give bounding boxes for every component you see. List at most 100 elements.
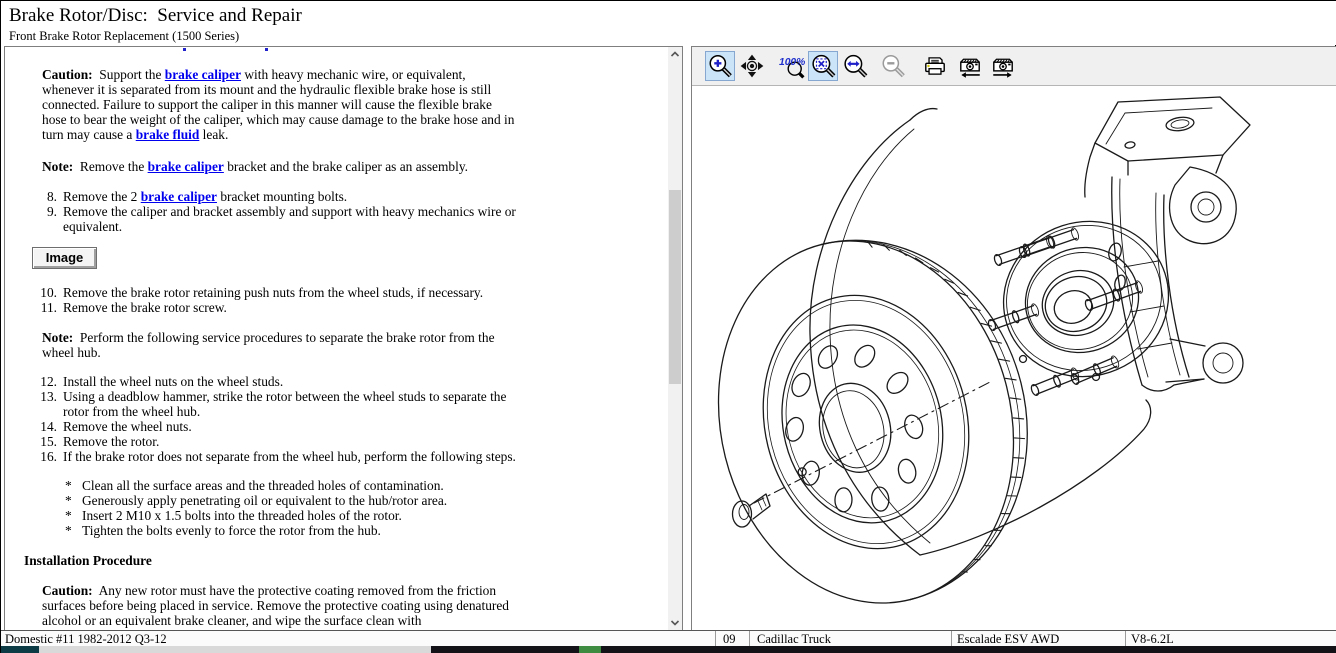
step-number: 11. [27, 300, 57, 315]
step-number: 14. [27, 419, 57, 434]
step-text: Using a deadblow hammer, strike the roto… [63, 389, 535, 419]
text-run: leak. [199, 127, 228, 142]
zoom-in-icon [707, 53, 733, 79]
step-text: Install the wheel nuts on the wheel stud… [63, 374, 535, 389]
step-text: Remove the brake rotor screw. [63, 300, 535, 315]
zoom-out-button[interactable] [878, 51, 908, 81]
text-run: If the brake rotor does not separate fro… [63, 449, 516, 464]
step-text: Remove the 2 brake caliper bracket mount… [63, 189, 535, 204]
text-run: bracket mounting bolts. [217, 189, 347, 204]
bullet-marker: * [65, 478, 72, 493]
step-text: Remove the wheel nuts. [63, 419, 535, 434]
text-run: Perform the following service procedures… [42, 330, 498, 360]
previous-image-icon [957, 53, 983, 79]
status-engine: V8-6.2L [1131, 632, 1174, 647]
step-number: 10. [27, 285, 57, 300]
print-icon [922, 53, 948, 79]
step-text: If the brake rotor does not separate fro… [63, 449, 535, 464]
bullet-marker: * [65, 493, 72, 508]
note-paragraph: Note: Perform the following service proc… [42, 330, 516, 360]
hub-assembly [983, 200, 1188, 398]
svg-text:100%: 100% [779, 57, 805, 68]
scroll-down-button[interactable] [668, 615, 682, 630]
bullet-marker: * [65, 523, 72, 538]
scrollbar-thumb[interactable] [669, 190, 681, 384]
image-viewer-pane: 100% [691, 46, 1336, 631]
pan-button[interactable] [737, 51, 767, 81]
status-divider [1125, 631, 1126, 647]
next-image-button[interactable] [988, 51, 1018, 81]
pane-splitter[interactable] [684, 46, 691, 631]
status-dataset: Domestic #11 1982-2012 Q3-12 [5, 632, 167, 647]
text-run: Remove the rotor. [63, 434, 159, 449]
text-run: Remove the [73, 159, 147, 174]
zoom-fit-width-button[interactable] [840, 51, 870, 81]
status-bar: Domestic #11 1982-2012 Q3-12 09 Cadillac… [1, 630, 1336, 646]
text-run: Remove the caliper and bracket assembly … [63, 204, 519, 234]
taskbar-segment [39, 646, 431, 653]
zoom-100-button[interactable]: 100% [777, 51, 807, 81]
text-run: Remove the brake rotor screw. [63, 300, 227, 315]
rotor-screw [733, 494, 771, 527]
steering-knuckle [1085, 97, 1250, 391]
zoom-out-icon [880, 53, 906, 79]
caution-paragraph: Caution: Support the brake caliper with … [42, 67, 516, 142]
section-heading: Installation Procedure [24, 553, 152, 568]
inline-link[interactable]: brake caliper [148, 159, 224, 174]
text-run: Remove the brake rotor retaining push nu… [63, 285, 483, 300]
status-make: Cadillac Truck [757, 632, 831, 647]
label-bold: Note: [42, 159, 73, 174]
status-divider [715, 631, 716, 647]
image-toolbar: 100% [692, 47, 1336, 86]
document-header: Brake Rotor/Disc: Service and Repair Fro… [1, 1, 1336, 45]
status-year: 09 [723, 632, 736, 647]
pan-icon [739, 53, 765, 79]
step-text: Remove the brake rotor retaining push nu… [63, 285, 535, 300]
taskbar-edge [1, 646, 1336, 653]
image-button[interactable]: Image [32, 247, 97, 269]
text-run: Using a deadblow hammer, strike the roto… [63, 389, 510, 419]
app-window: Brake Rotor/Disc: Service and Repair Fro… [0, 0, 1336, 653]
bullet-marker: * [65, 508, 72, 523]
bullet-text: Tighten the bolts evenly to force the ro… [82, 523, 550, 538]
inline-link[interactable]: brake caliper [165, 67, 241, 82]
label-bold: Note: [42, 330, 73, 345]
fit-page-icon [810, 53, 836, 79]
previous-image-button[interactable] [955, 51, 985, 81]
print-button[interactable] [920, 51, 950, 81]
bullet-text: Generously apply penetrating oil or equi… [82, 493, 550, 508]
step-text: Remove the caliper and bracket assembly … [63, 204, 535, 234]
scroll-up-button[interactable] [668, 47, 682, 62]
brake-rotor-figure [692, 87, 1336, 630]
taskbar-segment [579, 646, 601, 653]
zoom-in-button[interactable] [705, 51, 735, 81]
page-title: Brake Rotor/Disc: Service and Repair [9, 5, 302, 27]
step-number: 8. [27, 189, 57, 204]
step-number: 9. [27, 204, 57, 219]
inline-link[interactable]: brake caliper [141, 189, 217, 204]
page-subtitle: Front Brake Rotor Replacement (1500 Seri… [9, 29, 239, 44]
text-run: Remove the 2 [63, 189, 141, 204]
note-paragraph: Note: Remove the brake caliper bracket a… [42, 159, 562, 174]
text-run: Install the wheel nuts on the wheel stud… [63, 374, 283, 389]
step-number: 15. [27, 434, 57, 449]
bullet-text: Insert 2 M10 x 1.5 bolts into the thread… [82, 508, 550, 523]
zoom-fit-page-button[interactable] [808, 51, 838, 81]
caution-paragraph: Caution: Any new rotor must have the pro… [42, 583, 516, 628]
step-number: 12. [27, 374, 57, 389]
procedure-text-pane: Caution: Support the brake caliper with … [4, 46, 683, 631]
label-bold: Caution: [42, 583, 93, 598]
vertical-scrollbar[interactable] [668, 47, 682, 630]
step-text: Remove the rotor. [63, 434, 535, 449]
text-run: bracket and the brake caliper as an asse… [224, 159, 468, 174]
inline-link[interactable]: brake fluid [136, 127, 200, 142]
next-image-icon [990, 53, 1016, 79]
status-divider [749, 631, 750, 647]
figure-area [692, 87, 1336, 630]
text-run: Any new rotor must have the protective c… [42, 583, 512, 628]
zoom-100-icon: 100% [779, 53, 805, 79]
step-number: 13. [27, 389, 57, 404]
fit-width-icon [842, 53, 868, 79]
clipped-text-fragment [183, 48, 186, 51]
taskbar-segment [1, 646, 39, 653]
